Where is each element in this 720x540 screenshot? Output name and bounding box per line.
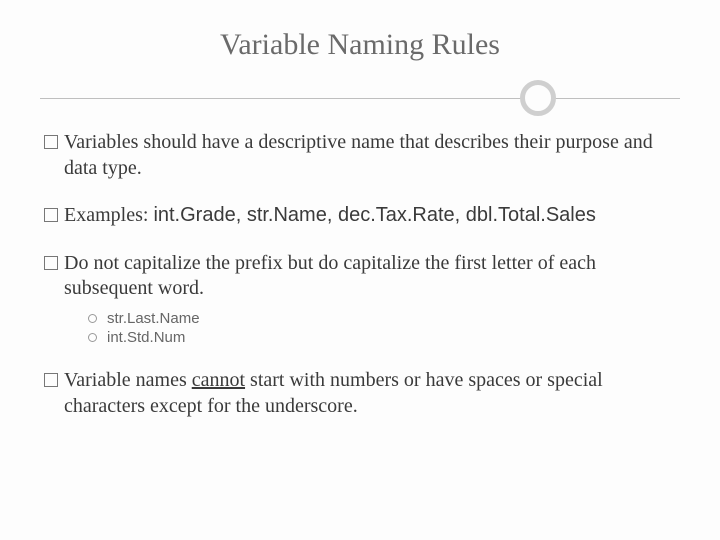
divider-line — [40, 98, 680, 99]
slide-title: Variable Naming Rules — [40, 28, 680, 62]
bullet-4-cannot: cannot — [192, 369, 245, 391]
sub-item-2-text: int.Std.Num — [107, 329, 185, 346]
bullet-1-text: Variables should have a descriptive name… — [64, 130, 676, 181]
square-bullet-icon — [44, 135, 58, 149]
bullet-2-examples: int.Grade, str.Name, dec.Tax.Rate, dbl.T… — [153, 204, 595, 226]
square-bullet-icon — [44, 373, 58, 387]
content-area: Variables should have a descriptive name… — [40, 130, 680, 419]
bullet-4-text: Variable names cannot start with numbers… — [64, 368, 676, 419]
square-bullet-icon — [44, 256, 58, 270]
title-divider — [40, 80, 680, 116]
circle-bullet-icon — [88, 314, 97, 323]
sub-item-1: str.Last.Name — [88, 310, 676, 327]
sub-list: str.Last.Name int.Std.Num — [88, 310, 676, 346]
bullet-3-text: Do not capitalize the prefix but do capi… — [64, 251, 676, 302]
bullet-1: Variables should have a descriptive name… — [44, 130, 676, 181]
bullet-2-prefix: Examples: — [64, 204, 153, 226]
slide: Variable Naming Rules Variables should h… — [0, 0, 720, 540]
sub-item-2: int.Std.Num — [88, 329, 676, 346]
bullet-3: Do not capitalize the prefix but do capi… — [44, 251, 676, 302]
circle-bullet-icon — [88, 333, 97, 342]
bullet-4: Variable names cannot start with numbers… — [44, 368, 676, 419]
ring-icon — [520, 80, 556, 116]
sub-item-1-text: str.Last.Name — [107, 310, 200, 327]
bullet-2: Examples: int.Grade, str.Name, dec.Tax.R… — [44, 203, 676, 229]
square-bullet-icon — [44, 208, 58, 222]
bullet-4-a: Variable names — [64, 369, 192, 391]
bullet-2-text: Examples: int.Grade, str.Name, dec.Tax.R… — [64, 203, 596, 229]
